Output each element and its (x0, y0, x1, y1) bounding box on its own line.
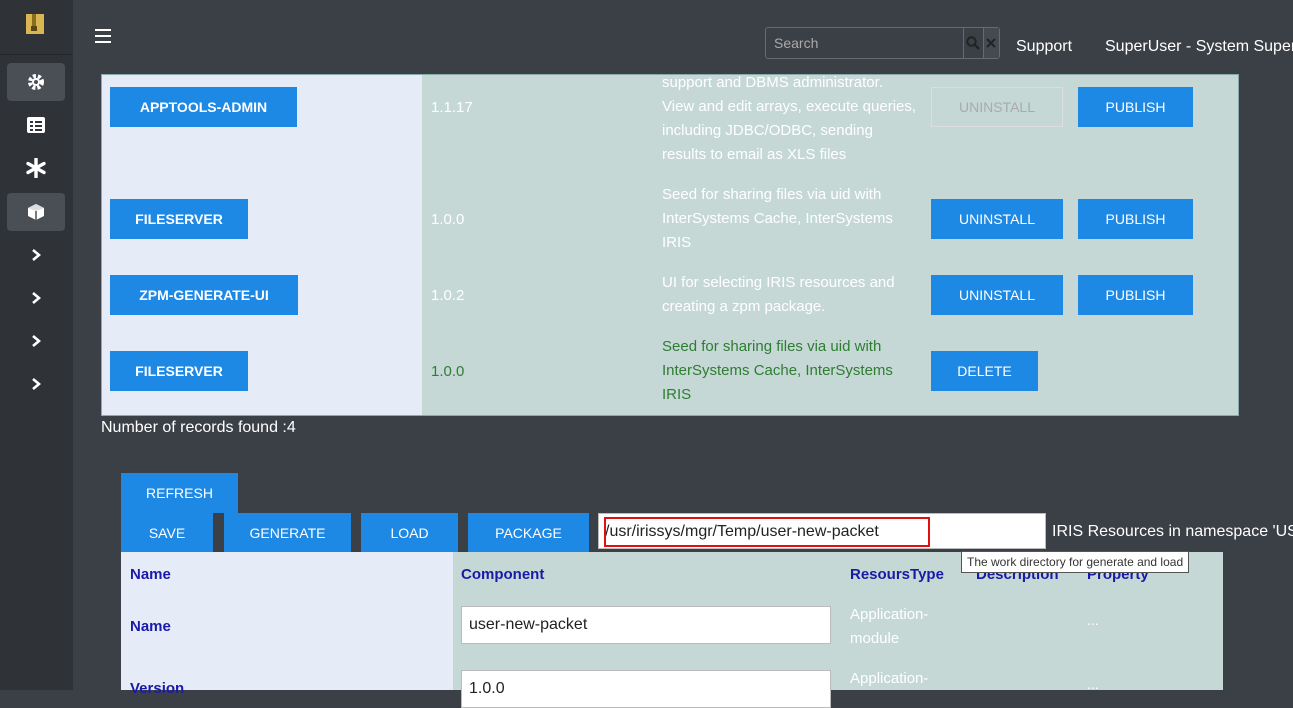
work-directory-input[interactable]: /usr/irissys/mgr/Temp/user-new-packet (598, 513, 1046, 549)
row-label-version: Version (130, 680, 185, 697)
property-ellipsis[interactable]: ... (1087, 612, 1099, 628)
resource-type: Application- (850, 670, 929, 687)
highlight-box (604, 517, 930, 547)
resource-type: Application-module (850, 606, 929, 647)
archive-icon[interactable] (24, 12, 46, 36)
package-version: 1.0.0 (431, 211, 465, 228)
package-name-button[interactable]: FILESERVER (110, 199, 248, 239)
chevron-right-icon (32, 378, 41, 390)
work-directory-tooltip: The work directory for generate and load (961, 551, 1190, 573)
publish-button[interactable]: PUBLISH (1078, 199, 1193, 239)
sidebar-item-asterisk[interactable] (7, 149, 65, 187)
column-header-name: Name (130, 566, 171, 583)
gear-icon (28, 74, 44, 90)
generate-button[interactable]: GENERATE (224, 513, 351, 553)
sidebar-item-list[interactable] (7, 106, 65, 144)
sidebar-item-packages[interactable] (7, 193, 65, 231)
namespace-label: IRIS Resources in namespace 'USER (1052, 523, 1293, 540)
uninstall-button[interactable]: UNINSTALL (931, 275, 1063, 315)
clear-search-button[interactable] (982, 28, 999, 58)
records-count: Number of records found :4 (101, 419, 296, 436)
package-description: support and DBMS administrator. View and… (662, 74, 917, 163)
package-description: UI for selecting IRIS resources and crea… (662, 274, 895, 315)
search-input[interactable] (766, 28, 963, 58)
uninstall-button[interactable]: UNINSTALL (931, 87, 1063, 127)
chevron-right-icon (32, 292, 41, 304)
save-button[interactable]: SAVE (121, 513, 213, 553)
list-icon (27, 117, 45, 133)
version-field[interactable]: 1.0.0 (461, 670, 831, 708)
refresh-button[interactable]: REFRESH (121, 473, 238, 513)
chevron-right-icon (32, 335, 41, 347)
sidebar-item-expand-2[interactable] (7, 279, 65, 317)
packages-table: APPTOOLS-ADMIN 1.1.17 support and DBMS a… (101, 74, 1239, 416)
uninstall-button[interactable]: UNINSTALL (931, 199, 1063, 239)
load-button[interactable]: LOAD (361, 513, 458, 553)
package-button[interactable]: PACKAGE (468, 513, 589, 553)
close-icon (986, 38, 996, 48)
support-link[interactable]: Support (1016, 38, 1072, 56)
package-name-button[interactable]: APPTOOLS-ADMIN (110, 87, 297, 127)
user-menu[interactable]: SuperUser - System Super (1105, 38, 1293, 56)
publish-button[interactable]: PUBLISH (1078, 275, 1193, 315)
package-version: 1.1.17 (431, 99, 473, 116)
top-bar (73, 0, 1293, 74)
package-name-button[interactable]: ZPM-GENERATE-UI (110, 275, 298, 315)
sidebar-item-expand-3[interactable] (7, 322, 65, 360)
row-label-name: Name (130, 618, 171, 635)
search-box (765, 27, 1000, 59)
package-version: 1.0.0 (431, 363, 465, 380)
cube-icon (28, 204, 44, 220)
asterisk-icon (26, 158, 46, 178)
sidebar-item-expand-4[interactable] (7, 365, 65, 403)
delete-button[interactable]: DELETE (931, 351, 1038, 391)
column-header-component: Component (461, 566, 545, 583)
sidebar-item-settings[interactable] (7, 63, 65, 101)
sidebar-divider (0, 54, 73, 55)
package-version: 1.0.2 (431, 287, 465, 304)
publish-button[interactable]: PUBLISH (1078, 87, 1193, 127)
search-button[interactable] (963, 28, 983, 58)
name-field[interactable]: user-new-packet (461, 606, 831, 644)
column-header-resourcetype: ResoursType (850, 566, 944, 583)
search-icon (966, 36, 981, 50)
package-description: Seed for sharing files via uid with Inte… (662, 338, 893, 403)
chevron-right-icon (32, 249, 41, 261)
package-name-button[interactable]: FILESERVER (110, 351, 248, 391)
sidebar (0, 0, 73, 690)
package-description: Seed for sharing files via uid with Inte… (662, 186, 893, 251)
menu-toggle-icon[interactable] (95, 29, 111, 43)
sidebar-item-expand-1[interactable] (7, 236, 65, 274)
